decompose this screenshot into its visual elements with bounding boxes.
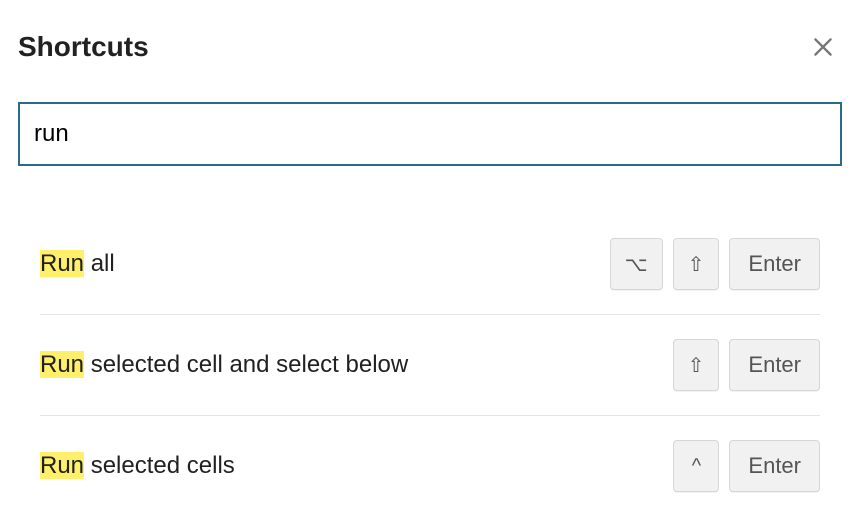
results-list: Run all ⌥ ⇧ Enter Run selected cell and … bbox=[18, 214, 842, 516]
key-group: ⇧ Enter bbox=[673, 339, 820, 391]
key-enter: Enter bbox=[729, 238, 820, 290]
key-group: ^ Enter bbox=[673, 440, 820, 492]
shortcut-row[interactable]: Run selected cell and select below ⇧ Ent… bbox=[40, 315, 820, 416]
key-enter: Enter bbox=[729, 339, 820, 391]
search-input[interactable] bbox=[18, 102, 842, 166]
shortcut-label: Run selected cells bbox=[40, 452, 235, 480]
close-button[interactable] bbox=[804, 28, 842, 66]
key-group: ⌥ ⇧ Enter bbox=[610, 238, 820, 290]
key-shift: ⇧ bbox=[673, 238, 720, 290]
dialog-title: Shortcuts bbox=[18, 31, 149, 63]
key-shift: ⇧ bbox=[673, 339, 720, 391]
key-ctrl: ^ bbox=[673, 440, 719, 492]
shortcut-label: Run all bbox=[40, 250, 115, 278]
key-enter: Enter bbox=[729, 440, 820, 492]
shortcut-row[interactable]: Run selected cells ^ Enter bbox=[40, 416, 820, 516]
close-icon bbox=[810, 34, 836, 60]
shortcut-row[interactable]: Run all ⌥ ⇧ Enter bbox=[40, 214, 820, 315]
shortcut-label: Run selected cell and select below bbox=[40, 351, 408, 379]
key-option: ⌥ bbox=[610, 238, 663, 290]
